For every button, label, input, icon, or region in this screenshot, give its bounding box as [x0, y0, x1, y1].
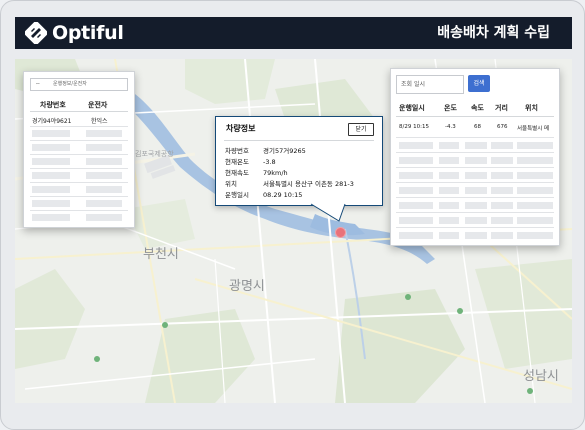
- empty-cell: [86, 144, 122, 151]
- popup-pointer: [309, 203, 349, 222]
- empty-cell: [399, 142, 433, 149]
- empty-cell: [32, 200, 70, 207]
- column-driver: 운전자: [88, 101, 108, 109]
- empty-cell: [517, 142, 553, 149]
- column-speed: 속도: [471, 104, 484, 112]
- empty-cell: [32, 158, 70, 165]
- empty-cell: [465, 187, 487, 194]
- column-plate: 차량번호: [40, 101, 66, 109]
- empty-cell: [399, 187, 433, 194]
- empty-cell: [439, 217, 459, 224]
- empty-cell: [465, 202, 487, 209]
- empty-cell: [465, 157, 487, 164]
- row-plate[interactable]: 경기94야9621: [32, 116, 71, 125]
- popup-title: 차량정보: [226, 124, 256, 133]
- empty-cell: [491, 187, 513, 194]
- empty-cell: [439, 142, 459, 149]
- empty-cell: [86, 172, 122, 179]
- popup-field-location: 위치 서울특별시 용산구 이촌동 281-3: [225, 180, 354, 188]
- empty-cell: [399, 232, 433, 239]
- column-temp: 온도: [444, 104, 457, 112]
- empty-cell: [491, 157, 513, 164]
- app-header: Optiful 배송배차 계획 수립: [15, 17, 572, 49]
- map-label-seongnam: 성남시: [523, 369, 559, 384]
- row-time[interactable]: 8/29 10:15: [399, 124, 429, 130]
- empty-cell: [439, 202, 459, 209]
- row-temp[interactable]: -4.3: [445, 124, 456, 130]
- app-frame: Optiful 배송배차 계획 수립 부천시 광명시 성남시 김포국제공항 ⌔ …: [0, 0, 585, 430]
- column-location: 위치: [525, 104, 538, 112]
- empty-cell: [32, 172, 70, 179]
- info-type-select[interactable]: ⌔ 운행정보/운전자: [30, 78, 128, 91]
- empty-cell: [399, 217, 433, 224]
- optiful-logo-icon: [25, 22, 47, 44]
- empty-cell: [517, 202, 553, 209]
- empty-cell: [32, 214, 70, 221]
- history-panel: 조회 일시 검색 운행일시 온도 속도 거리 위치 8/29 10:15 -4.…: [390, 68, 560, 246]
- empty-cell: [32, 186, 70, 193]
- empty-cell: [491, 142, 513, 149]
- vehicle-info-popup: 차량정보 닫기 차량번호 경기57거9265 현재온도 -3.8 현재속도 79km/…: [215, 116, 383, 206]
- empty-cell: [439, 232, 459, 239]
- empty-cell: [399, 202, 433, 209]
- select-value: 운행정보/운전자: [53, 81, 87, 87]
- empty-cell: [491, 232, 513, 239]
- empty-cell: [465, 232, 487, 239]
- row-distance[interactable]: 676: [497, 124, 508, 130]
- brand-logo[interactable]: Optiful: [25, 21, 124, 45]
- empty-cell: [491, 202, 513, 209]
- search-button[interactable]: 검색: [468, 75, 490, 92]
- popup-field-temp: 현재온도 -3.8: [225, 158, 276, 166]
- empty-cell: [86, 186, 122, 193]
- row-driver[interactable]: 한익스: [91, 116, 108, 125]
- empty-cell: [517, 232, 553, 239]
- close-button[interactable]: 닫기: [348, 123, 374, 136]
- empty-cell: [439, 187, 459, 194]
- empty-cell: [517, 217, 553, 224]
- empty-cell: [399, 172, 433, 179]
- row-location[interactable]: 서울특별시 메: [517, 124, 549, 132]
- map-label-gwangmyeong: 광명시: [229, 279, 265, 294]
- date-search-input[interactable]: 조회 일시: [396, 75, 464, 94]
- row-speed[interactable]: 68: [474, 124, 481, 130]
- empty-cell: [465, 172, 487, 179]
- empty-cell: [32, 144, 70, 151]
- empty-cell: [491, 172, 513, 179]
- wifi-icon: ⌔: [35, 82, 41, 89]
- popup-field-plate: 차량번호 경기57거9265: [225, 147, 306, 155]
- popup-field-time: 운행일시 08.29 10:15: [225, 191, 303, 199]
- map-label-gimpo-airport: 김포국제공항: [135, 150, 174, 158]
- empty-cell: [399, 157, 433, 164]
- popup-field-speed: 현재속도 79km/h: [225, 169, 288, 177]
- column-time: 운행일시: [399, 104, 425, 112]
- column-distance: 거리: [495, 104, 508, 112]
- brand-name: Optiful: [52, 22, 124, 44]
- empty-cell: [86, 214, 122, 221]
- empty-cell: [491, 217, 513, 224]
- empty-cell: [86, 158, 122, 165]
- vehicle-marker[interactable]: [335, 227, 346, 238]
- empty-cell: [465, 217, 487, 224]
- empty-cell: [32, 130, 70, 137]
- empty-cell: [439, 172, 459, 179]
- empty-cell: [517, 157, 553, 164]
- empty-cell: [517, 187, 553, 194]
- empty-cell: [439, 157, 459, 164]
- empty-cell: [86, 200, 122, 207]
- empty-cell: [86, 130, 122, 137]
- page-title: 배송배차 계획 수립: [437, 25, 550, 41]
- empty-cell: [465, 142, 487, 149]
- map-label-bucheon: 부천시: [143, 247, 179, 262]
- empty-cell: [517, 172, 553, 179]
- vehicle-list-panel: ⌔ 운행정보/운전자 차량번호 운전자 경기94야9621 한익스: [23, 71, 135, 228]
